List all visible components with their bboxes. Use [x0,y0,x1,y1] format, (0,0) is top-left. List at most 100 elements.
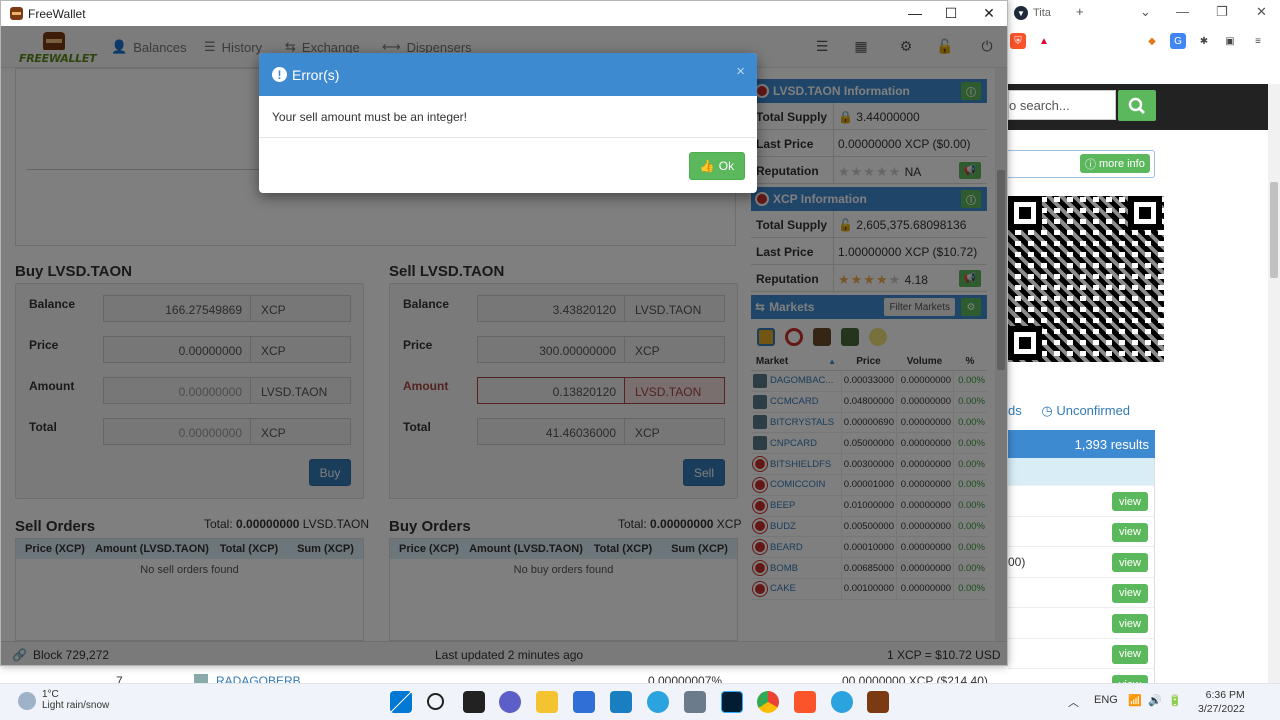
tab-favicon-icon: ▼ [1014,6,1028,20]
maximize-icon[interactable]: ☐ [931,5,971,22]
window-title-bar: FreeWallet — ☐ ✕ [1,1,1007,26]
asset-link[interactable]: RADAGOBERB [216,674,301,683]
clock[interactable]: 6:36 PM 3/27/2022 [1198,688,1245,716]
freewallet-window: FreeWallet — ☐ ✕ FREEWALLET 👤 Balances ☰… [0,0,1008,666]
brave-shield-icon[interactable]: ⛨ [1010,33,1026,49]
task-view-icon[interactable] [463,691,485,713]
modal-title: Error(s) [292,66,340,83]
telegram-icon[interactable] [831,691,853,713]
error-modal: ! Error(s) × Your sell amount must be an… [259,53,757,193]
taskbar: 1°C Light rain/snow ︿ ENG 📶 🔊 🔋 6:36 PM … [0,683,1280,720]
table-row: view [1008,639,1154,669]
weather-temp: 1°C [42,689,59,700]
site-search-button[interactable] [1118,90,1156,121]
close-icon[interactable]: ✕ [969,5,1007,22]
weather-icon [18,692,36,710]
asset-icon [194,674,208,683]
minimize-icon[interactable]: — [895,5,935,21]
window-title: FreeWallet [28,6,86,21]
background-browser: ▼ Tita + ⌄ — ❐ ✕ ⛨ ▲ ◆ G ✱ ▣ ≡ o search.… [1008,0,1280,683]
browser-menu-icon[interactable]: ≡ [1250,33,1266,49]
brave-rewards-icon[interactable]: ▲ [1036,33,1052,49]
view-button[interactable]: view [1111,614,1148,633]
browser-scrollbar-thumb[interactable] [1270,182,1278,278]
view-button[interactable]: view [1111,644,1148,664]
telegram-icon[interactable] [647,691,669,713]
table-row: 00) view [1008,547,1154,578]
wallet-icon[interactable]: ▣ [1222,33,1238,49]
weather-widget[interactable]: 1°C Light rain/snow [18,689,109,711]
new-tab-icon[interactable]: + [1076,4,1084,19]
thumbs-up-icon: 👍 [699,159,715,173]
table-header-row [1008,458,1154,486]
qr-finder-icon [1008,326,1042,360]
view-button[interactable]: view [1111,583,1148,603]
browser-tab[interactable]: ▼ Tita [1014,3,1072,23]
volume-icon[interactable]: 🔊 [1148,694,1162,707]
modal-close-icon[interactable]: × [736,63,745,80]
input-language[interactable]: ENG [1094,694,1118,706]
view-button[interactable]: view [1111,492,1148,511]
table-row: view [1008,608,1154,639]
browser-tab-strip: ▼ Tita + ⌄ — ❐ ✕ [1008,0,1280,26]
view-button[interactable]: view [1111,522,1148,542]
photoshop-icon[interactable] [721,691,743,713]
view-button[interactable]: view [1111,553,1148,572]
brave-icon[interactable] [794,691,816,713]
qr-finder-icon [1008,196,1042,230]
start-icon[interactable] [390,691,412,713]
ok-button[interactable]: 👍 Ok [689,152,745,180]
screen: ▼ Tita + ⌄ — ❐ ✕ ⛨ ▲ ◆ G ✱ ▣ ≡ o search.… [0,0,1280,720]
browser-tab-title: Tita [1033,7,1051,19]
ok-label: Ok [718,159,735,173]
clock-icon: ◷ [1041,403,1053,418]
row-number: 7 [116,674,123,683]
l-app-icon[interactable] [610,691,632,713]
clock-date: 3/27/2022 [1198,703,1245,715]
metamask-icon[interactable]: ◆ [1144,33,1160,49]
chat-icon[interactable] [499,691,521,713]
weather-desc: Light rain/snow [42,700,110,711]
view-button[interactable]: view [1111,675,1148,683]
wifi-icon[interactable]: 📶 [1128,694,1142,707]
browser-close-icon[interactable]: ✕ [1256,4,1267,20]
row-pct: 0.00000007% [648,674,723,683]
tab-search-icon[interactable]: ⌄ [1140,4,1151,20]
calculator-icon[interactable] [684,691,706,713]
results-count: 1,393 results [1008,430,1155,458]
unconfirmed-link[interactable]: Unconfirmed [1056,403,1130,418]
tray-chevron-icon[interactable]: ︿ [1068,694,1079,710]
results-table: view view 00) view view view view view [1008,458,1155,683]
row-partial-text: 00) [1008,555,1026,569]
file-explorer-icon[interactable] [536,691,558,713]
translate-icon[interactable]: G [1170,33,1186,49]
table-row: view [1008,517,1154,547]
extensions-icon[interactable]: ✱ [1196,33,1212,49]
chrome-icon[interactable] [757,691,779,713]
taskbar-search-icon[interactable] [427,693,444,710]
clock-time: 6:36 PM [1205,689,1245,701]
more-info-button[interactable]: ⓘ more info [1080,154,1150,173]
store-icon[interactable] [573,691,595,713]
site-link-partial[interactable]: ds [1008,403,1022,418]
info-icon: ⓘ [1085,158,1096,171]
battery-icon[interactable]: 🔋 [1168,694,1182,707]
browser-minimize-icon[interactable]: — [1176,4,1189,19]
freewallet-taskbar-icon[interactable] [867,691,889,713]
background-table-row: 7 RADAGOBERB 0.00000007% 00.0000000 XCP … [0,666,1008,683]
table-row: view [1008,578,1154,608]
search-icon [1128,97,1145,114]
browser-restore-icon[interactable]: ❐ [1216,4,1228,20]
qr-finder-icon [1128,196,1162,230]
app-icon [10,7,23,20]
site-search-input[interactable]: o search... [1008,90,1116,120]
modal-message: Your sell amount must be an integer! [259,96,757,138]
row-value: 00.0000000 XCP ($214.40) [842,674,988,683]
table-row: view [1008,486,1154,517]
site-tab-links: ds ◷ Unconfirmed [1008,403,1208,419]
modal-header: ! Error(s) [259,53,757,96]
more-info-label: more info [1099,157,1145,170]
browser-scrollbar[interactable] [1268,84,1280,683]
table-row: view [1008,669,1154,683]
exclamation-icon: ! [272,67,287,82]
